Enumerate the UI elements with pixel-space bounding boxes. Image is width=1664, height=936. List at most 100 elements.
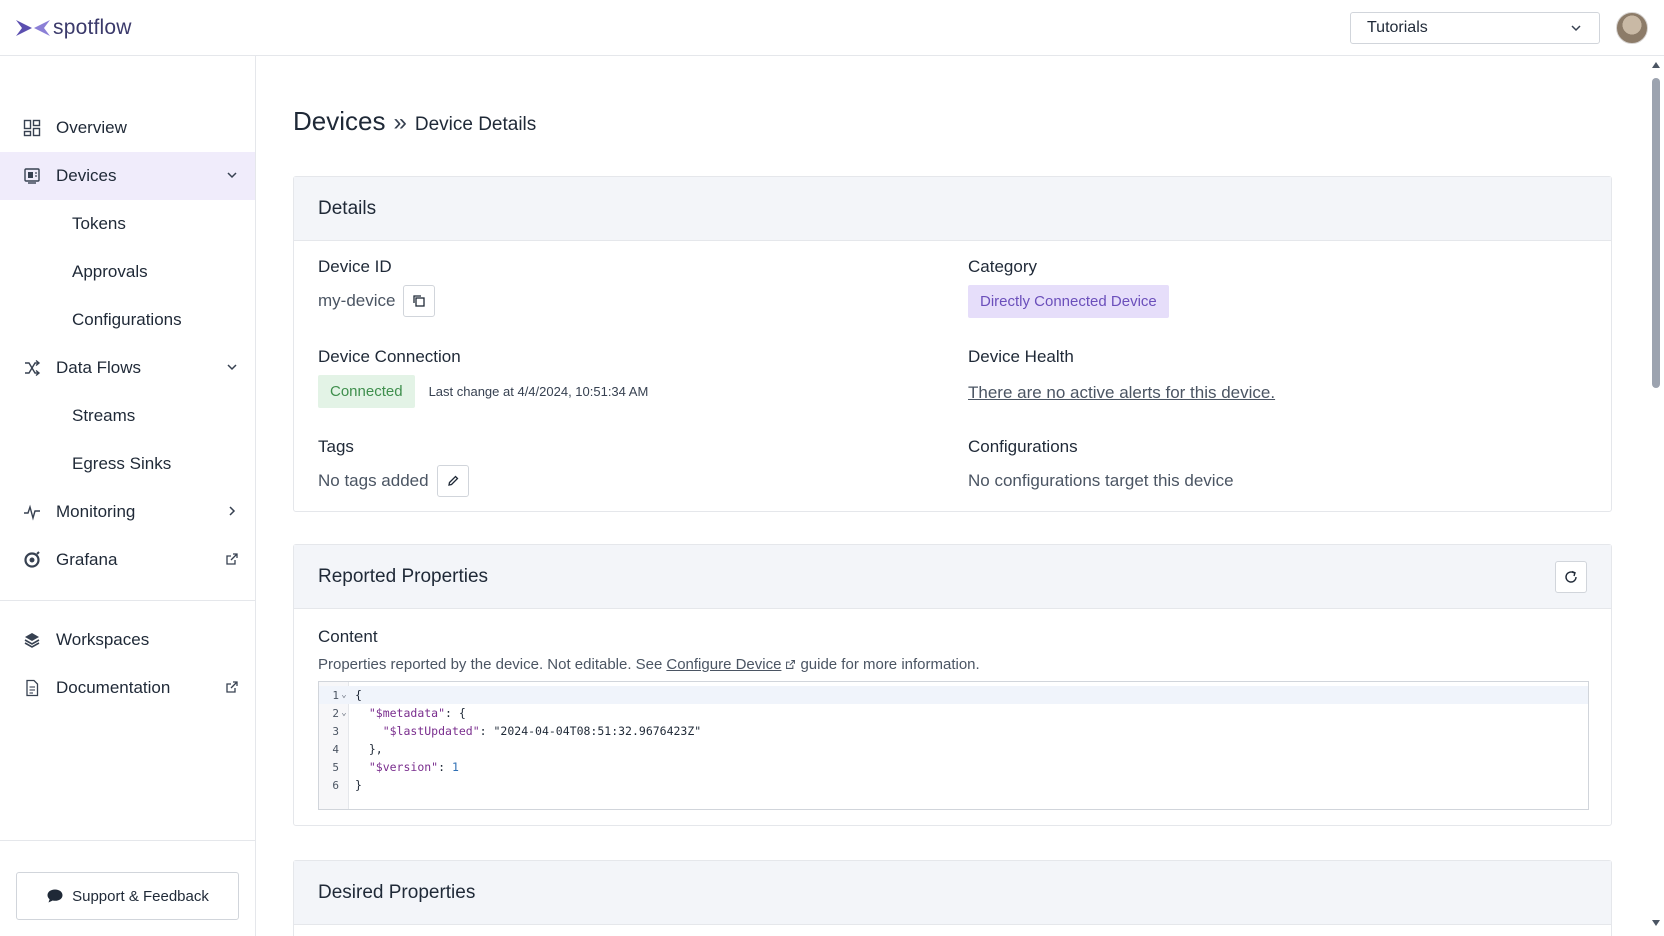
sidebar-item-streams[interactable]: Streams — [0, 392, 255, 440]
sidebar-item-monitoring[interactable]: Monitoring — [0, 488, 255, 536]
workspace-select-value: Tutorials — [1367, 19, 1428, 36]
logo-text: spotflow — [53, 16, 132, 39]
content-description-text: Properties reported by the device. Not e… — [318, 656, 663, 673]
breadcrumb-separator: » — [393, 109, 407, 136]
code-punct: : { — [445, 706, 466, 720]
code-line: 5 "$version": 1 — [319, 758, 1588, 776]
copy-button[interactable] — [403, 285, 436, 317]
pulse-icon — [22, 502, 42, 522]
fold-icon[interactable]: ⌄ — [339, 708, 349, 718]
desired-properties-card: Desired Properties — [293, 860, 1612, 936]
device-connection-label: Device Connection — [318, 347, 461, 366]
desired-properties-header: Desired Properties — [294, 861, 1611, 925]
logo-icon — [16, 20, 50, 36]
sidebar-item-tokens[interactable]: Tokens — [0, 200, 255, 248]
chevron-down-icon — [225, 360, 239, 374]
code-line: 6 } — [319, 776, 1588, 794]
configurations-row: No configurations target this device — [968, 471, 1234, 491]
code-text: { — [355, 688, 362, 702]
refresh-button[interactable] — [1555, 561, 1587, 593]
reported-properties-header: Reported Properties — [294, 545, 1611, 609]
sidebar-divider — [0, 600, 255, 601]
code-punct: : — [479, 724, 494, 738]
code-key: "$metadata" — [368, 706, 446, 720]
device-health-label: Device Health — [968, 347, 1074, 366]
configurations-value: No configurations target this device — [968, 471, 1234, 490]
device-id-field: Device ID my-device — [318, 257, 436, 317]
sidebar-item-configurations[interactable]: Configurations — [0, 296, 255, 344]
grid-icon — [22, 118, 42, 138]
code-number: 1 — [451, 760, 459, 774]
fold-icon[interactable]: ⌄ — [339, 690, 349, 700]
device-id-value: my-device — [318, 291, 396, 310]
json-code-editor[interactable]: 1 ⌄ { 2 ⌄ "$metadata": { 3 "$lastUpdated":… — [318, 681, 1589, 810]
user-avatar[interactable] — [1616, 12, 1648, 44]
sidebar-item-workspaces[interactable]: Workspaces — [0, 616, 255, 664]
tags-label: Tags — [318, 437, 354, 456]
edit-tags-button[interactable] — [436, 465, 469, 497]
top-bar: spotflow Tutorials — [0, 0, 1664, 56]
device-health-row: There are no active alerts for this devi… — [968, 383, 1275, 403]
chevron-right-icon — [225, 504, 239, 518]
sidebar-item-approvals[interactable]: Approvals — [0, 248, 255, 296]
device-icon — [22, 166, 42, 186]
device-health-field: Device Health There are no active alerts… — [968, 347, 1275, 403]
category-field: Category Directly Connected Device — [968, 257, 1169, 318]
breadcrumb: Devices » Device Details — [293, 106, 536, 137]
shuffle-icon — [22, 358, 42, 378]
configure-device-link[interactable]: Configure Device — [666, 656, 781, 673]
device-id-label: Device ID — [318, 257, 392, 276]
code-line: 4 }, — [319, 740, 1588, 758]
sidebar: Overview Devices Tokens Approvals Config… — [0, 56, 256, 936]
health-alerts-link[interactable]: There are no active alerts for this devi… — [968, 383, 1275, 403]
details-card-header: Details — [294, 177, 1611, 241]
sidebar-item-label: Documentation — [56, 678, 171, 697]
sidebar-item-label: Streams — [72, 406, 136, 425]
sidebar-item-label: Data Flows — [56, 358, 142, 377]
document-icon — [22, 678, 42, 698]
category-badge: Directly Connected Device — [968, 285, 1169, 318]
main-content: Devices » Device Details Details Device … — [257, 56, 1647, 936]
code-key: "$lastUpdated" — [382, 724, 480, 738]
line-number: 6 — [332, 778, 339, 792]
code-line: 2 ⌄ "$metadata": { — [319, 704, 1588, 722]
sidebar-item-overview[interactable]: Overview — [0, 104, 255, 152]
sidebar-item-egress-sinks[interactable]: Egress Sinks — [0, 440, 255, 488]
content-field: Content Properties reported by the devic… — [318, 627, 980, 673]
details-title: Details — [318, 197, 377, 219]
tags-field: Tags No tags added — [318, 437, 469, 497]
scroll-down-arrow[interactable] — [1652, 920, 1660, 926]
sidebar-item-label: Grafana — [56, 550, 118, 569]
copy-icon — [412, 294, 426, 308]
sidebar-item-documentation[interactable]: Documentation — [0, 664, 255, 712]
code-key: "$version" — [368, 760, 439, 774]
external-link-icon — [225, 552, 239, 566]
breadcrumb-root[interactable]: Devices — [293, 106, 385, 137]
code-punct: : — [438, 760, 452, 774]
code-text: } — [355, 778, 362, 792]
sidebar-item-data-flows[interactable]: Data Flows — [0, 344, 255, 392]
sidebar-item-label: Monitoring — [56, 502, 136, 521]
spotflow-logo[interactable]: spotflow — [15, 16, 132, 40]
category-label: Category — [968, 257, 1037, 276]
code-punct: }, — [368, 742, 383, 756]
content-label: Content — [318, 627, 378, 646]
chevron-down-icon — [1569, 21, 1583, 35]
support-feedback-label: Support & Feedback — [72, 887, 209, 905]
line-number: 3 — [332, 724, 339, 738]
sidebar-item-grafana[interactable]: Grafana — [0, 536, 255, 584]
line-number: 1 — [332, 688, 339, 702]
category-row: Directly Connected Device — [968, 285, 1169, 318]
tags-row: No tags added — [318, 465, 469, 497]
support-feedback-button[interactable]: Support & Feedback — [16, 872, 239, 920]
grafana-icon — [22, 550, 42, 570]
chat-bubble-icon — [46, 888, 64, 904]
content-description: Properties reported by the device. Not e… — [318, 656, 980, 673]
scroll-thumb[interactable] — [1652, 78, 1660, 388]
configurations-label: Configurations — [968, 437, 1078, 456]
code-text: "$metadata": { — [349, 706, 466, 720]
page-scrollbar[interactable] — [1648, 56, 1664, 936]
sidebar-item-devices[interactable]: Devices — [0, 152, 255, 200]
workspace-select[interactable]: Tutorials — [1350, 12, 1600, 44]
scroll-up-arrow[interactable] — [1652, 62, 1660, 68]
